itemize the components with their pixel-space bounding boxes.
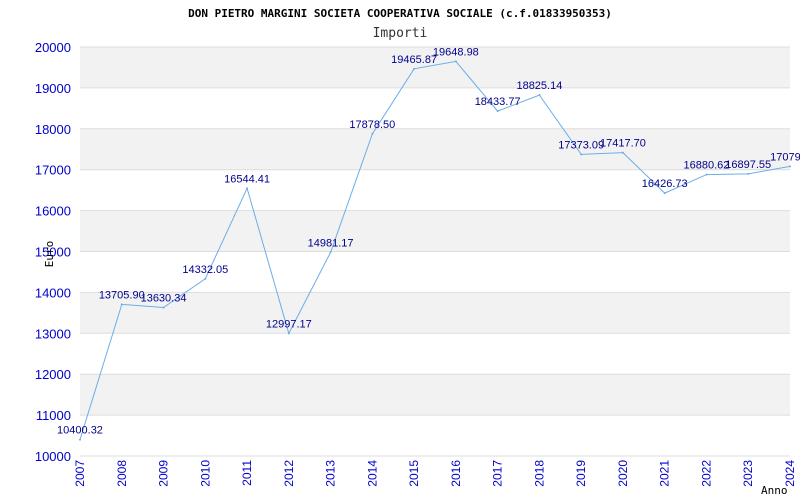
x-tick-2011: 2011 xyxy=(240,460,254,486)
data-point-2011 xyxy=(246,187,249,190)
y-axis-label: Euro xyxy=(43,241,56,268)
data-label-2010: 14332.05 xyxy=(182,264,228,276)
chart-subtitle: Importi xyxy=(373,26,428,41)
data-label-2015: 19465.87 xyxy=(391,54,437,66)
data-point-2021 xyxy=(663,192,666,195)
data-label-2017: 18433.77 xyxy=(475,96,521,108)
x-tick-2024: 2024 xyxy=(783,460,797,487)
data-label-2014: 17878.50 xyxy=(349,119,395,131)
data-label-2016: 19648.98 xyxy=(433,46,479,58)
x-tick-2019: 2019 xyxy=(574,460,588,487)
x-tick-2020: 2020 xyxy=(616,460,630,487)
data-point-2019 xyxy=(580,153,583,156)
y-tick-17000: 17000 xyxy=(35,163,71,178)
data-point-2024 xyxy=(789,165,791,168)
x-tick-2018: 2018 xyxy=(532,460,546,487)
data-point-2023 xyxy=(747,172,750,175)
data-label-2013: 14981.17 xyxy=(308,237,354,249)
y-tick-12000: 12000 xyxy=(35,367,71,382)
x-axis-label: Anno xyxy=(761,484,788,497)
x-tick-2010: 2010 xyxy=(198,460,212,487)
x-tick-2015: 2015 xyxy=(407,460,421,487)
x-tick-2022: 2022 xyxy=(699,460,713,487)
data-point-2015 xyxy=(413,67,416,70)
data-point-2022 xyxy=(705,173,708,176)
data-point-2012 xyxy=(287,332,290,335)
data-point-2018 xyxy=(538,94,541,97)
y-tick-20000: 20000 xyxy=(35,40,71,55)
data-label-2011: 16544.41 xyxy=(224,173,270,185)
x-tick-2017: 2017 xyxy=(491,460,505,487)
data-label-2012: 12997.17 xyxy=(266,318,312,330)
data-label-2007: 10400.32 xyxy=(57,425,103,437)
line-chart: 1000011000120001300014000150001600017000… xyxy=(35,7,800,497)
data-label-2023: 16897.55 xyxy=(725,159,771,171)
data-label-2018: 18825.14 xyxy=(516,80,562,92)
x-tick-2007: 2007 xyxy=(73,460,87,487)
data-label-2024: 17079.9 xyxy=(770,151,800,163)
chart-title: DON PIETRO MARGINI SOCIETA COOPERATIVA S… xyxy=(188,7,612,20)
data-point-2007 xyxy=(79,438,81,441)
background-bands xyxy=(80,47,790,416)
data-label-2020: 17417.70 xyxy=(600,138,646,150)
data-point-2020 xyxy=(621,151,624,154)
data-label-2021: 16426.73 xyxy=(642,178,688,190)
y-tick-16000: 16000 xyxy=(35,204,71,219)
data-label-2019: 17373.09 xyxy=(558,139,604,151)
x-tick-2012: 2012 xyxy=(282,460,296,487)
data-point-2009 xyxy=(162,306,165,309)
y-tick-18000: 18000 xyxy=(35,122,71,137)
y-tick-10000: 10000 xyxy=(35,449,71,464)
x-tick-2016: 2016 xyxy=(449,460,463,487)
x-tick-2023: 2023 xyxy=(741,460,755,487)
band-15000 xyxy=(80,210,790,252)
y-tick-11000: 11000 xyxy=(36,408,71,423)
x-tick-2009: 2009 xyxy=(157,460,171,487)
y-tick-19000: 19000 xyxy=(35,81,71,96)
x-tick-2013: 2013 xyxy=(324,460,338,487)
band-13000 xyxy=(80,292,790,334)
x-tick-labels: 2007 2008 2009 2010 2011 2012 2013 2014 2015 2016… xyxy=(73,460,797,487)
x-tick-2008: 2008 xyxy=(115,460,129,487)
y-tick-14000: 14000 xyxy=(35,285,71,300)
data-point-2010 xyxy=(204,277,207,280)
data-point-2016 xyxy=(454,60,457,63)
x-tick-2014: 2014 xyxy=(365,460,379,487)
data-label-2009: 13630.34 xyxy=(141,293,187,305)
band-11000 xyxy=(80,374,790,416)
data-label-2022: 16880.62 xyxy=(684,160,730,172)
y-tick-13000: 13000 xyxy=(35,326,71,341)
data-point-2017 xyxy=(496,110,499,113)
data-point-2008 xyxy=(120,303,123,306)
data-point-2013 xyxy=(329,251,332,254)
data-point-2014 xyxy=(371,132,374,135)
data-label-2008: 13705.90 xyxy=(99,289,145,301)
x-tick-2021: 2021 xyxy=(658,460,672,487)
